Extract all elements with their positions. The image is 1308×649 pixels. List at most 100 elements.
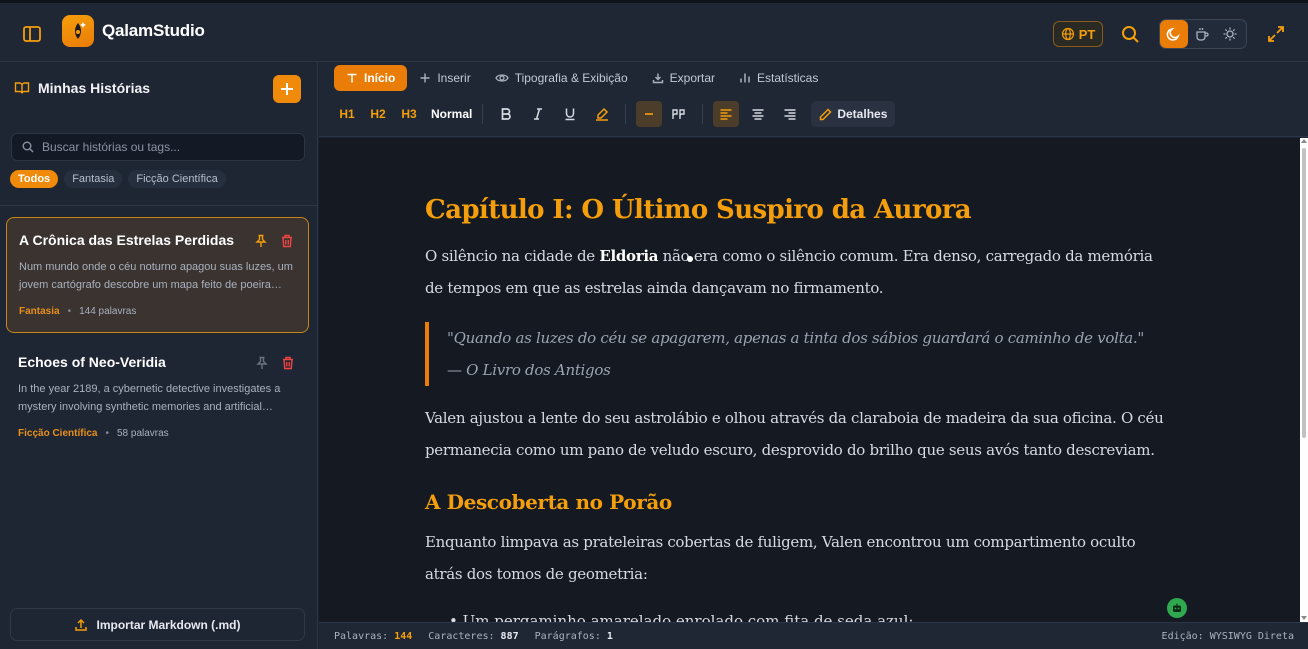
story-search [11, 133, 305, 161]
tag-all[interactable]: Todos [10, 170, 59, 188]
story-genre: Ficção Científica [18, 428, 98, 439]
normal-text-button[interactable]: Normal [431, 101, 472, 127]
align-center-icon[interactable] [745, 101, 771, 127]
tab-label: Inserir [437, 71, 471, 85]
paragraph: O silêncio na cidade de Eldoria não era … [425, 240, 1175, 304]
moon-icon[interactable] [1160, 20, 1188, 48]
sidebar-header: Minhas Histórias [14, 80, 150, 96]
bold-icon[interactable] [493, 101, 519, 127]
app-title: QalamStudio [102, 21, 205, 40]
trash-icon[interactable] [281, 356, 295, 370]
story-actions [254, 234, 294, 248]
blockquote: "Quando as luzes do céu se apagarem, ape… [425, 322, 1175, 386]
tag-ficcao-cientifica[interactable]: Ficção Científica [128, 170, 226, 188]
align-left-icon[interactable] [713, 101, 740, 127]
language-label: PT [1078, 26, 1096, 42]
trash-icon[interactable] [280, 234, 294, 248]
editor-scrollbar[interactable] [1300, 138, 1308, 622]
editor-toolbar: Início Inserir Tipografia & Exibição Exp… [319, 62, 1308, 137]
story-word-count: 58 palavras [116, 428, 169, 439]
paragraph-count-stat: Parágrafos: 1 [535, 631, 613, 642]
language-button[interactable]: PT [1053, 21, 1103, 47]
import-markdown-button[interactable]: Importar Markdown (.md) [10, 608, 305, 641]
highlight-icon[interactable] [589, 101, 615, 127]
heading-1-button[interactable]: H1 [338, 101, 356, 127]
pencil-icon [820, 107, 832, 120]
tab-label: Exportar [669, 71, 715, 85]
scroll-thumb[interactable] [1302, 148, 1306, 438]
heading-3-button[interactable]: H3 [400, 101, 418, 127]
word-count-value: 144 [394, 630, 413, 642]
story-excerpt: In the year 2189, a cybernetic detective… [18, 383, 281, 413]
list-item: • Um pergaminho amarelado enrolado com f… [449, 612, 913, 622]
story-excerpt: Num mundo onde o céu noturno apagou suas… [19, 261, 293, 291]
tab-exportar[interactable]: Exportar [640, 65, 727, 91]
story-card[interactable]: A Crônica das Estrelas Perdidas Num mund… [6, 217, 309, 333]
details-label: Detalhes [837, 107, 888, 121]
align-right-icon[interactable] [777, 101, 803, 127]
download-icon [652, 73, 663, 84]
chapter-title: Capítulo I: O Último Suspiro da Aurora [425, 195, 972, 225]
sidebar-toggle-icon[interactable] [20, 22, 44, 46]
assistant-bot-icon[interactable] [1167, 598, 1187, 618]
text-t-icon [347, 73, 357, 83]
sidebar: Minhas Histórias Todos Fantasia Ficção C… [0, 62, 318, 649]
quote-text: "Quando as luzes do céu se apagarem, ape… [447, 329, 1145, 347]
tab-label: Início [364, 71, 396, 85]
italic-icon[interactable] [525, 101, 551, 127]
tab-estatisticas[interactable]: Estatísticas [727, 65, 830, 91]
list-item-text: Um pergaminho amarelado enrolado com fit… [462, 612, 914, 622]
details-button[interactable]: Detalhes [811, 101, 896, 127]
meta-separator: • [105, 428, 109, 439]
quote-icon[interactable] [666, 101, 692, 127]
char-count-value: 887 [500, 630, 519, 642]
status-stats: Palavras: 144 Caracteres: 887 Parágrafos… [334, 631, 613, 642]
add-story-button[interactable] [273, 75, 301, 103]
coffee-icon[interactable] [1188, 20, 1216, 48]
pin-icon[interactable] [255, 356, 269, 370]
meta-separator: • [67, 306, 72, 317]
app-logo-icon [62, 15, 94, 47]
format-row: H1 H2 H3 Normal Detalhes [338, 100, 896, 128]
underline-icon[interactable] [557, 101, 583, 127]
tab-label: Estatísticas [757, 71, 819, 85]
toolbar-tabs: Início Inserir Tipografia & Exibição Exp… [334, 65, 830, 91]
paragraph: Valen ajustou a lente do seu astrolábio … [425, 409, 1164, 459]
book-icon [14, 80, 30, 96]
sidebar-title: Minhas Histórias [38, 80, 151, 96]
tab-inicio[interactable]: Início [334, 65, 408, 91]
sun-icon[interactable] [1216, 20, 1244, 48]
horizontal-rule-icon[interactable] [636, 101, 663, 127]
pin-icon[interactable] [254, 234, 268, 248]
bold-text: Eldoria [599, 247, 659, 265]
story-genre: Fantasia [19, 306, 60, 317]
word-count-stat: Palavras: 144 [334, 631, 412, 642]
divider [0, 205, 317, 206]
search-icon[interactable] [1119, 23, 1141, 45]
editor-area[interactable]: Capítulo I: O Último Suspiro da Aurora O… [319, 138, 1300, 622]
quote-attribution: — O Livro dos Antigos [447, 361, 611, 379]
tab-label: Tipografia & Exibição [514, 71, 628, 85]
story-meta: Fantasia • 144 palavras [19, 306, 296, 317]
plus-icon [281, 83, 293, 95]
toolbar-separator [625, 104, 627, 124]
story-search-input[interactable] [42, 140, 292, 154]
globe-icon [1061, 27, 1074, 41]
story-card[interactable]: Echoes of Neo-Veridia In the year 2189, … [6, 340, 309, 450]
edit-mode: Edição: WYSIWYG Direta [1161, 630, 1294, 642]
toolbar-separator [702, 104, 704, 124]
section-heading: A Descoberta no Porão [425, 490, 672, 514]
scroll-down-icon[interactable] [1301, 616, 1307, 620]
tab-tipografia[interactable]: Tipografia & Exibição [483, 65, 640, 91]
tab-inserir[interactable]: Inserir [407, 65, 482, 91]
heading-2-button[interactable]: H2 [369, 101, 387, 127]
theme-switcher [1159, 19, 1247, 49]
text-span: O silêncio na cidade de [425, 247, 600, 265]
tag-fantasia[interactable]: Fantasia [64, 170, 123, 188]
search-icon [22, 141, 34, 153]
fullscreen-icon[interactable] [1265, 23, 1287, 45]
scroll-up-icon[interactable] [1301, 139, 1307, 143]
stat-label: Caracteres: [428, 630, 495, 642]
import-label: Importar Markdown (.md) [96, 617, 241, 632]
story-word-count: 144 palavras [79, 306, 137, 317]
